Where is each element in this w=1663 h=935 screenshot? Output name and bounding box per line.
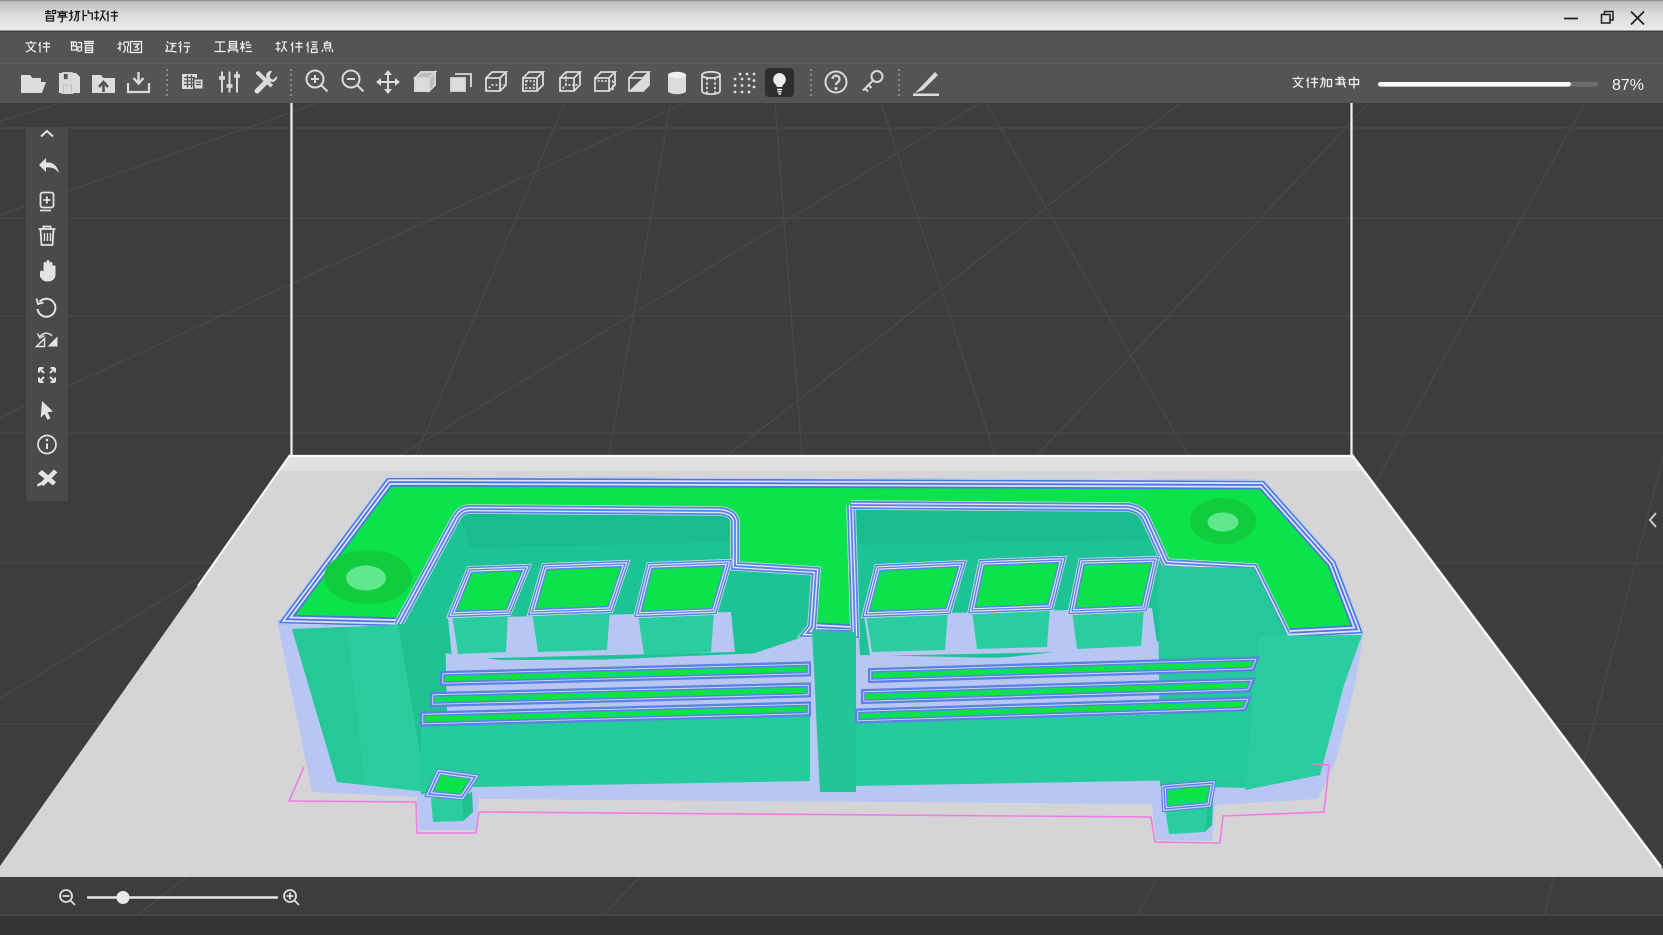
- svg-text:87%: 87%: [1612, 77, 1644, 94]
